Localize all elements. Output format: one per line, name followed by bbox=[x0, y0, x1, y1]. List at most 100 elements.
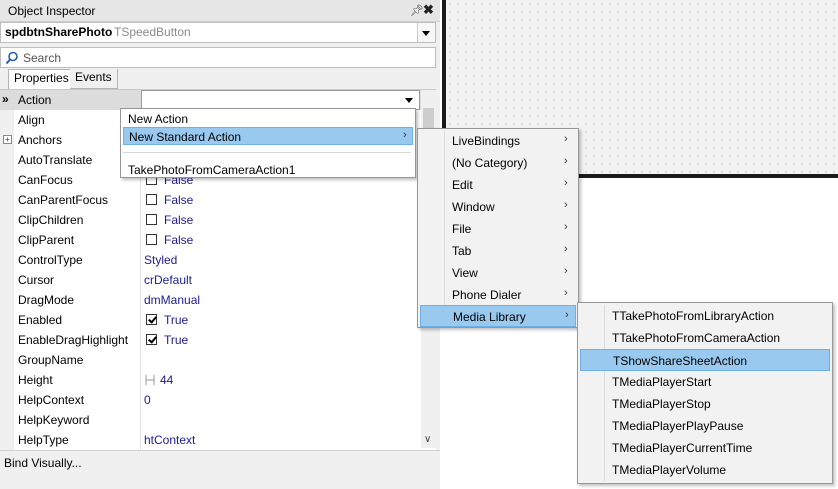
tab-events[interactable]: Events bbox=[70, 69, 118, 89]
submenu-arrow-icon: › bbox=[564, 287, 568, 299]
property-name: Action bbox=[18, 93, 52, 107]
menu-item-ttakephotofromlibraryaction[interactable]: TTakePhotoFromLibraryAction bbox=[580, 305, 830, 327]
property-value: htContext bbox=[144, 433, 196, 447]
property-row-helpkeyword[interactable]: HelpKeyword bbox=[0, 410, 421, 430]
property-name: HelpType bbox=[18, 433, 69, 447]
submenu-arrow-icon: › bbox=[564, 243, 568, 255]
menu-item-label: Tab bbox=[452, 244, 472, 258]
menu-item-view[interactable]: View › bbox=[420, 262, 576, 284]
property-row-groupname[interactable]: GroupName bbox=[0, 350, 421, 370]
menu-item-file[interactable]: File › bbox=[420, 218, 576, 240]
menu-item-label: Phone Dialer bbox=[452, 288, 522, 302]
property-name: CanFocus bbox=[18, 173, 73, 187]
menu-item-tmediaplayerplaypause[interactable]: TMediaPlayerPlayPause bbox=[580, 415, 830, 437]
property-value: False bbox=[164, 193, 194, 207]
property-row-height[interactable]: Height 44 bbox=[0, 370, 421, 390]
property-value: 44 bbox=[160, 373, 174, 387]
menu-item-label: New Standard Action bbox=[129, 130, 242, 144]
menu-item-tmediaplayerstop[interactable]: TMediaPlayerStop bbox=[580, 393, 830, 415]
menu-item-label: TMediaPlayerStart bbox=[612, 375, 712, 389]
pin-icon[interactable]: 📌︎ bbox=[410, 4, 424, 17]
menu-item-window[interactable]: Window › bbox=[420, 196, 576, 218]
scrollbar-thumb[interactable] bbox=[423, 108, 434, 130]
component-class: TSpeedButton bbox=[114, 25, 191, 39]
menu-item-ttakephotofromcameraaction[interactable]: TTakePhotoFromCameraAction bbox=[580, 327, 830, 349]
menu-item-label: (No Category) bbox=[452, 156, 528, 170]
property-value: dmManual bbox=[144, 293, 201, 307]
property-value: False bbox=[164, 213, 194, 227]
component-selector[interactable]: spdbtnSharePhoto TSpeedButton bbox=[0, 22, 436, 43]
menu-item-tmediaplayercurrenttime[interactable]: TMediaPlayerCurrentTime bbox=[580, 437, 830, 459]
chevron-down-icon[interactable] bbox=[417, 23, 435, 42]
menu-item-label: TMediaPlayerStop bbox=[612, 397, 711, 411]
menu-item-no-category[interactable]: (No Category) › bbox=[420, 152, 576, 174]
checkbox[interactable] bbox=[146, 234, 157, 245]
property-row-action[interactable]: » Action bbox=[0, 90, 421, 110]
chevron-down-icon[interactable] bbox=[405, 98, 413, 103]
inspector-tabs: Properties Events bbox=[0, 69, 436, 90]
property-row-helptype[interactable]: HelpType htContext bbox=[0, 430, 421, 450]
property-row-cursor[interactable]: Cursor crDefault bbox=[0, 270, 421, 290]
menu-item-takephotofromcameraaction1[interactable]: TakePhotoFromCameraAction1 bbox=[123, 161, 413, 178]
menu-item-tab[interactable]: Tab › bbox=[420, 240, 576, 262]
menu-item-label: New Action bbox=[128, 112, 189, 126]
close-icon[interactable]: ✖ bbox=[423, 2, 434, 18]
property-row-clipparent[interactable]: ClipParent False bbox=[0, 230, 421, 250]
property-value: crDefault bbox=[144, 273, 193, 287]
property-name: DragMode bbox=[18, 293, 75, 307]
property-row-enabledraghighlight[interactable]: EnableDragHighlight True bbox=[0, 330, 421, 350]
submenu-arrow-icon: › bbox=[564, 199, 568, 211]
action-category-submenu: LiveBindings › (No Category) › Edit › Wi… bbox=[417, 128, 579, 328]
checkbox[interactable] bbox=[146, 214, 157, 225]
property-row-controltype[interactable]: ControlType Styled bbox=[0, 250, 421, 270]
property-value: True bbox=[164, 333, 189, 347]
search-placeholder: Search bbox=[23, 51, 62, 65]
menu-item-phone-dialer[interactable]: Phone Dialer › bbox=[420, 284, 576, 306]
menu-separator bbox=[123, 152, 411, 153]
property-name: CanParentFocus bbox=[18, 193, 109, 207]
checkbox[interactable] bbox=[146, 194, 157, 205]
submenu-arrow-icon: › bbox=[564, 221, 568, 233]
property-value: False bbox=[164, 233, 194, 247]
menu-item-tmediaplayerstart[interactable]: TMediaPlayerStart bbox=[580, 371, 830, 393]
submenu-arrow-icon: › bbox=[564, 177, 568, 189]
media-library-submenu: TTakePhotoFromLibraryAction TTakePhotoFr… bbox=[577, 302, 833, 484]
bind-visually-link[interactable]: Bind Visually... bbox=[4, 456, 82, 470]
property-row-dragmode[interactable]: DragMode dmManual bbox=[0, 290, 421, 310]
scroll-down-icon[interactable]: ∨ bbox=[424, 434, 431, 445]
checkbox-checked[interactable] bbox=[146, 314, 157, 325]
checkbox-checked[interactable] bbox=[146, 334, 157, 345]
submenu-arrow-icon: › bbox=[403, 129, 407, 141]
submenu-arrow-icon: › bbox=[565, 309, 569, 321]
property-row-clipchildren[interactable]: ClipChildren False bbox=[0, 210, 421, 230]
property-value: Styled bbox=[144, 253, 178, 267]
bind-visually-bar: Bind Visually... bbox=[0, 450, 440, 489]
property-name: HelpKeyword bbox=[18, 413, 90, 427]
menu-item-label: Window bbox=[452, 200, 495, 214]
menu-item-new-action[interactable]: New Action bbox=[123, 110, 413, 127]
menu-item-tmediaplayervolume[interactable]: TMediaPlayerVolume bbox=[580, 459, 830, 481]
property-name: Cursor bbox=[18, 273, 55, 287]
tab-properties[interactable]: Properties bbox=[8, 69, 75, 90]
property-name: Align bbox=[18, 113, 45, 127]
menu-item-new-standard-action[interactable]: New Standard Action › bbox=[123, 127, 413, 145]
menu-item-label: TTakePhotoFromCameraAction bbox=[612, 331, 781, 345]
property-value: True bbox=[164, 313, 189, 327]
property-name: HelpContext bbox=[18, 393, 85, 407]
property-name: EnableDragHighlight bbox=[18, 333, 129, 347]
menu-item-label: File bbox=[452, 222, 472, 236]
submenu-arrow-icon: › bbox=[564, 133, 568, 145]
menu-item-media-library[interactable]: Media Library › bbox=[420, 305, 576, 327]
property-row-enabled[interactable]: Enabled True bbox=[0, 310, 421, 330]
height-ruler-icon bbox=[145, 375, 155, 385]
property-row-helpcontext[interactable]: HelpContext 0 bbox=[0, 390, 421, 410]
menu-item-label: TakePhotoFromCameraAction1 bbox=[128, 163, 296, 177]
property-row-canparentfocus[interactable]: CanParentFocus False bbox=[0, 190, 421, 210]
menu-item-livebindings[interactable]: LiveBindings › bbox=[420, 130, 576, 152]
menu-item-tshowsharesheetaction[interactable]: TShowShareSheetAction bbox=[580, 349, 830, 371]
property-name: Height bbox=[18, 373, 53, 387]
menu-item-edit[interactable]: Edit › bbox=[420, 174, 576, 196]
action-value-editor[interactable] bbox=[141, 90, 420, 110]
search-input[interactable]: Search bbox=[0, 47, 436, 68]
expand-icon[interactable]: + bbox=[3, 135, 12, 144]
